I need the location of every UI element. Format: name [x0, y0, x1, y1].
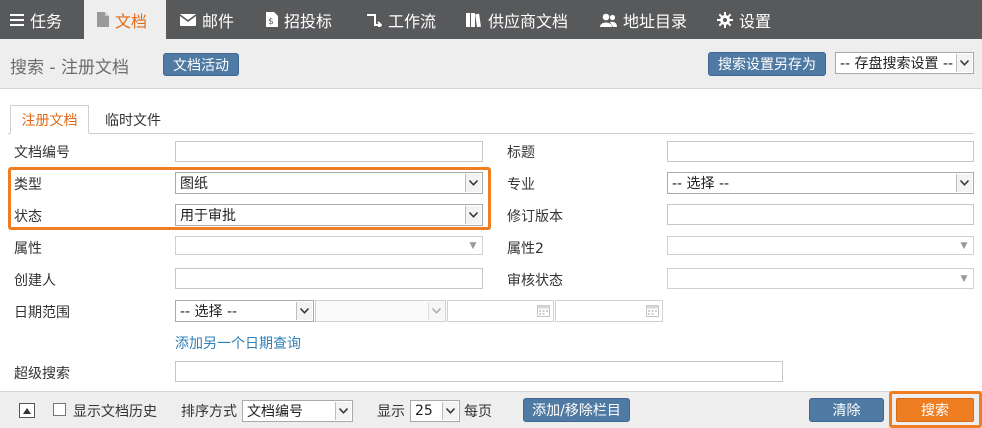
status-label: 状态	[14, 209, 42, 225]
clear-button[interactable]: 清除	[809, 398, 884, 422]
tab-registered-documents[interactable]: 注册文档	[10, 105, 89, 134]
page-size-value: 25	[415, 403, 433, 419]
nav-tab-supplier-docs[interactable]: 供应商文档	[466, 0, 568, 39]
super-search-label: 超级搜索	[14, 366, 70, 382]
discipline-value: -- 选择 --	[672, 176, 730, 192]
discipline-select[interactable]: -- 选择 --	[667, 172, 974, 194]
date-range-type-select[interactable]: -- 选择 --	[175, 300, 314, 322]
caret-down-icon: ▼	[469, 240, 477, 251]
date-to-input[interactable]	[555, 300, 663, 322]
discipline-label: 专业	[507, 177, 535, 193]
date-range-label: 日期范围	[14, 305, 70, 321]
nav-tab-label: 招投标	[284, 11, 333, 31]
title-label: 标题	[507, 145, 535, 161]
status-select[interactable]: 用于审批	[175, 204, 483, 226]
creator-input[interactable]	[175, 268, 483, 289]
review-status-select[interactable]: ▼	[667, 268, 974, 289]
chevron-down-icon	[956, 174, 972, 192]
gear-icon	[717, 11, 733, 28]
sort-value: 文档编号	[247, 404, 303, 420]
sort-select[interactable]: 文档编号	[242, 400, 353, 422]
workflow-icon	[366, 13, 382, 27]
saved-search-value: -- 存盘搜索设置 --	[840, 56, 954, 72]
nav-tab-label: 文档	[115, 11, 148, 31]
search-button[interactable]: 搜索	[896, 398, 974, 422]
nav-tab-mail[interactable]: 邮件	[180, 0, 234, 39]
type-value: 图纸	[180, 176, 208, 192]
super-search-input[interactable]	[175, 361, 783, 382]
tender-icon: $	[266, 12, 278, 27]
add-remove-columns-button[interactable]: 添加/移除栏目	[523, 398, 630, 422]
nav-tab-documents[interactable]: 文档	[84, 0, 166, 39]
per-page-label: 每页	[464, 404, 492, 420]
saved-search-select[interactable]: -- 存盘搜索设置 --	[835, 52, 974, 74]
nav-tab-label: 工作流	[388, 11, 437, 31]
status-value: 用于审批	[180, 208, 236, 224]
date-from-input[interactable]	[447, 300, 554, 322]
date-range-type-value: -- 选择 --	[180, 304, 238, 320]
revision-input[interactable]	[667, 204, 974, 225]
creator-label: 创建人	[14, 273, 56, 289]
attribute-label: 属性	[14, 241, 42, 257]
page-size-select[interactable]: 25	[410, 400, 460, 422]
chevron-down-icon	[296, 302, 312, 320]
save-search-settings-button[interactable]: 搜索设置另存为	[708, 52, 826, 76]
chevron-down-icon	[956, 54, 972, 72]
attribute2-label: 属性2	[507, 241, 544, 257]
nav-tab-tasks[interactable]: 任务	[10, 0, 62, 39]
nav-tab-label: 邮件	[202, 11, 235, 31]
chevron-down-icon	[465, 206, 481, 224]
doc-number-input[interactable]	[175, 141, 483, 162]
revision-label: 修订版本	[507, 209, 563, 225]
envelope-icon	[180, 13, 196, 26]
type-label: 类型	[14, 177, 42, 193]
chevron-down-icon	[428, 302, 444, 320]
nav-tab-label: 地址目录	[623, 11, 688, 31]
review-status-label: 审核状态	[507, 273, 563, 289]
document-activity-button[interactable]: 文档活动	[163, 53, 239, 76]
sort-label: 排序方式	[181, 404, 237, 420]
chevron-down-icon	[442, 402, 458, 420]
attribute2-select[interactable]: ▼	[667, 236, 974, 255]
books-icon	[466, 12, 482, 27]
date-range-sub-select[interactable]	[315, 300, 446, 322]
nav-tab-address-book[interactable]: 地址目录	[600, 0, 687, 39]
collapse-up-icon[interactable]	[19, 403, 35, 418]
title-bar: 搜索 - 注册文档 文档活动 搜索设置另存为 -- 存盘搜索设置 --	[0, 39, 982, 89]
nav-tab-workflow[interactable]: 工作流	[366, 0, 436, 39]
caret-down-icon: ▼	[960, 273, 968, 284]
chevron-down-icon	[465, 174, 481, 192]
type-select[interactable]: 图纸	[175, 172, 483, 194]
nav-tab-label: 设置	[739, 11, 772, 31]
page-title: 搜索 - 注册文档	[10, 58, 129, 78]
show-history-checkbox[interactable]	[53, 403, 66, 416]
nav-tab-label: 任务	[30, 11, 63, 31]
show-history-label: 显示文档历史	[73, 404, 157, 420]
document-icon	[97, 12, 109, 27]
nav-tab-label: 供应商文档	[488, 11, 569, 31]
doc-number-label: 文档编号	[14, 145, 70, 161]
nav-tab-tender[interactable]: $ 招投标	[266, 0, 332, 39]
add-date-query-link[interactable]: 添加另一个日期查询	[175, 333, 301, 353]
menu-icon	[10, 13, 24, 26]
svg-text:$: $	[268, 17, 274, 27]
bottom-toolbar: 显示文档历史 排序方式 文档编号 显示 25 每页 添加/移除栏目 清除 搜索	[0, 391, 982, 428]
calendar-icon[interactable]	[537, 304, 550, 321]
display-label: 显示	[377, 404, 405, 420]
contacts-icon	[600, 13, 617, 27]
calendar-icon[interactable]	[646, 304, 659, 321]
tab-temporary-files[interactable]: 临时文件	[97, 105, 169, 134]
nav-tab-settings[interactable]: 设置	[717, 0, 771, 39]
chevron-down-icon	[335, 402, 351, 420]
title-input[interactable]	[667, 141, 974, 162]
top-navigation: 任务 文档 邮件 $ 招投标 工作流 供应商文档 地址目录 设置	[0, 0, 982, 39]
caret-down-icon: ▼	[960, 240, 968, 251]
attribute-select[interactable]: ▼	[175, 236, 483, 255]
